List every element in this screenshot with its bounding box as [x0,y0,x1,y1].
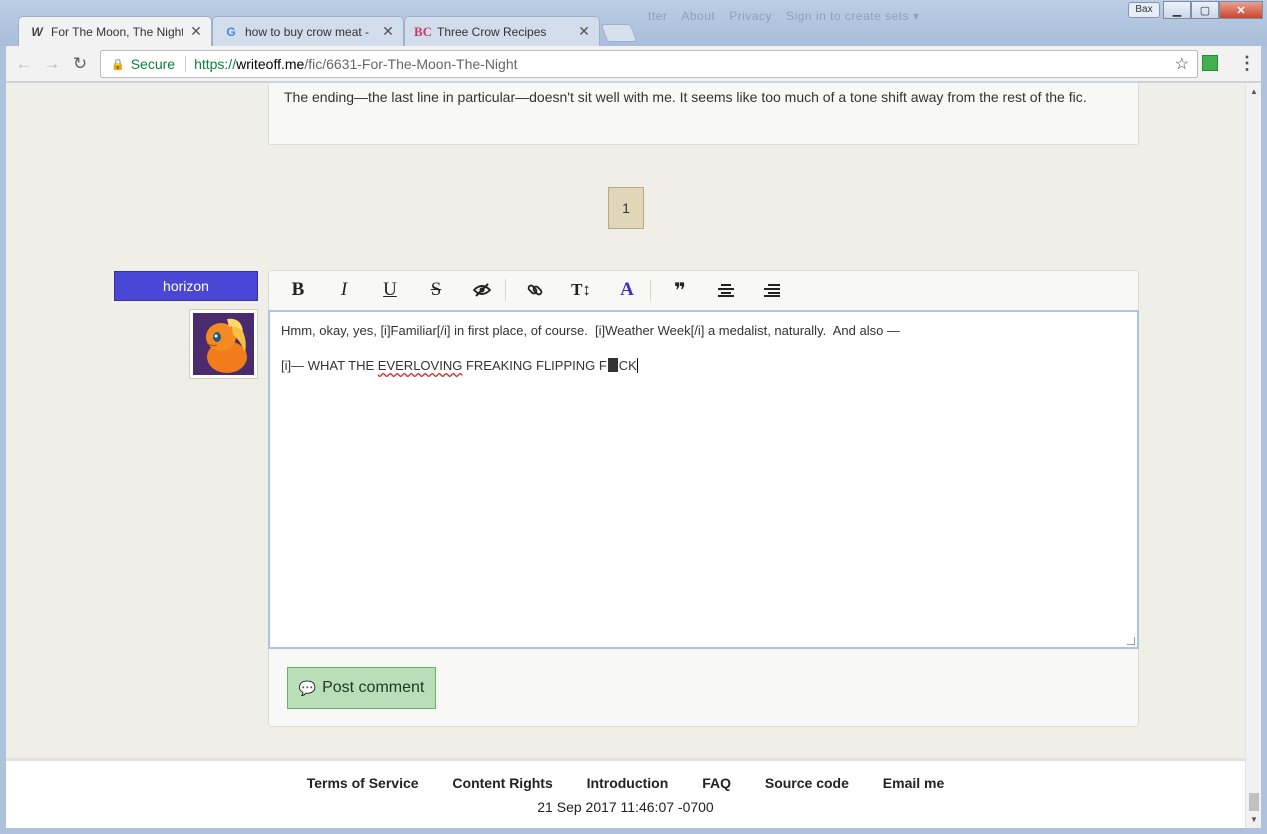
tab-title: how to buy crow meat - [245,24,370,39]
italic-button[interactable]: I [327,275,361,305]
comment-line-2: [i]— WHAT THE EVERLOVING FREAKING FLIPPI… [281,358,638,373]
strikethrough-button[interactable]: S [419,275,453,305]
forward-arrow-icon[interactable]: → [42,54,62,74]
lock-icon: 🔒 [111,58,125,71]
text-caret [636,358,638,373]
text-color-button[interactable]: A [610,275,644,305]
toolbar-divider [650,279,651,301]
footer-link-source-code[interactable]: Source code [765,775,849,791]
secure-label: Secure [130,56,176,72]
comment-line-1: Hmm, okay, yes, [i]Familiar[/i] in first… [281,323,900,338]
font-size-button[interactable]: T↕ [564,275,598,305]
underline-button[interactable]: U [373,275,407,305]
align-right-button[interactable] [755,275,789,305]
censor-block [607,358,618,372]
browser-toolbar: ← → ↻ 🔒 Secure https://writeoff.me/fic/6… [6,46,1261,82]
spoiler-eye-slash-icon [473,283,491,297]
footer-link-faq[interactable]: FAQ [702,775,731,791]
footer-timestamp: 21 Sep 2017 11:46:07 -0700 [537,799,714,815]
tab-for-the-moon[interactable]: W For The Moon, The Night ✕ [18,16,212,46]
footer-links: Terms of Service Content Rights Introduc… [6,775,1245,791]
chrome-menu-icon[interactable]: ⋮ [1238,54,1256,72]
url-host: writeoff.me [236,56,305,72]
bookmark-star-icon[interactable]: ☆ [1175,54,1189,74]
comment-textarea[interactable]: Hmm, okay, yes, [i]Familiar[/i] in first… [268,310,1139,649]
url-scheme: https:// [194,56,237,72]
link-button[interactable] [518,275,552,305]
reload-icon[interactable]: ↻ [70,54,90,74]
new-tab-button[interactable] [600,24,638,42]
footer-link-terms[interactable]: Terms of Service [307,775,419,791]
username-badge[interactable]: horizon [114,271,258,301]
footer-link-content-rights[interactable]: Content Rights [452,775,552,791]
bold-button[interactable]: B [281,275,315,305]
profile-button[interactable]: Bax [1128,2,1160,18]
back-arrow-icon[interactable]: ← [14,54,34,74]
align-center-icon [718,284,734,297]
align-center-button[interactable] [709,275,743,305]
link-icon [527,284,543,296]
footer: Terms of Service Content Rights Introduc… [6,758,1245,828]
previous-comment: The ending—the last line in particular—d… [268,83,1139,145]
bc-favicon-icon: BC [413,23,433,39]
close-tab-icon[interactable]: ✕ [189,23,203,40]
scroll-down-arrow-icon[interactable]: ▼ [1250,815,1258,824]
tab-crow-recipes[interactable]: BC Three Crow Recipes ✕ [404,16,600,46]
title-bar: tter About Privacy Sign in to create sets ▾… [0,0,1267,46]
pagination-page-1[interactable]: 1 [608,187,644,229]
close-window-button[interactable]: ✕ [1219,1,1263,19]
footer-link-email[interactable]: Email me [883,775,944,791]
writeoff-favicon-icon: W [31,24,43,39]
page-viewport: The ending—the last line in particular—d… [6,83,1245,828]
post-comment-label: Post comment [322,679,425,696]
close-tab-icon[interactable]: ✕ [577,23,591,40]
pony-avatar-image [193,313,254,375]
editor-toolbar: B I U S T↕ A ❞ [269,271,1138,309]
footer-link-introduction[interactable]: Introduction [587,775,669,791]
textarea-resize-handle[interactable] [1127,637,1135,645]
window-border [1261,46,1267,834]
quote-button[interactable]: ❞ [663,275,697,305]
google-favicon-icon: G [226,24,236,39]
page-scrollbar[interactable]: ▲ ▼ [1245,83,1261,828]
tab-crow-meat[interactable]: G how to buy crow meat - ✕ [212,16,404,46]
comment-editor: B I U S T↕ A ❞ Hmm, okay, yes, [i]Famili… [268,270,1139,727]
scroll-up-arrow-icon[interactable]: ▲ [1250,87,1258,96]
spoiler-button[interactable] [465,275,499,305]
toolbar-divider [505,279,506,301]
tab-title: Three Crow Recipes [437,24,547,39]
avatar[interactable] [189,309,258,379]
post-comment-button[interactable]: 💬 Post comment [287,667,436,709]
align-right-icon [764,284,780,297]
previous-comment-text: The ending—the last line in particular—d… [284,89,1087,105]
comment-bubble-icon: 💬 [298,679,317,696]
close-tab-icon[interactable]: ✕ [381,23,395,40]
minimize-button[interactable]: ▁ [1163,1,1191,19]
omnibox-separator [185,56,187,72]
url-path: /fic/6631-For-The-Moon-The-Night [304,56,518,72]
address-bar[interactable]: 🔒 Secure https://writeoff.me/fic/6631-Fo… [100,50,1198,78]
background-window-text: tter About Privacy Sign in to create sets ▾ [648,9,920,23]
tab-title: For The Moon, The Night [51,24,183,39]
window-border [0,828,1267,834]
misspelled-word: EVERLOVING [377,358,463,373]
extension-icon[interactable] [1202,55,1218,71]
maximize-button[interactable]: ▢ [1191,1,1219,19]
scrollbar-thumb[interactable] [1249,793,1259,811]
